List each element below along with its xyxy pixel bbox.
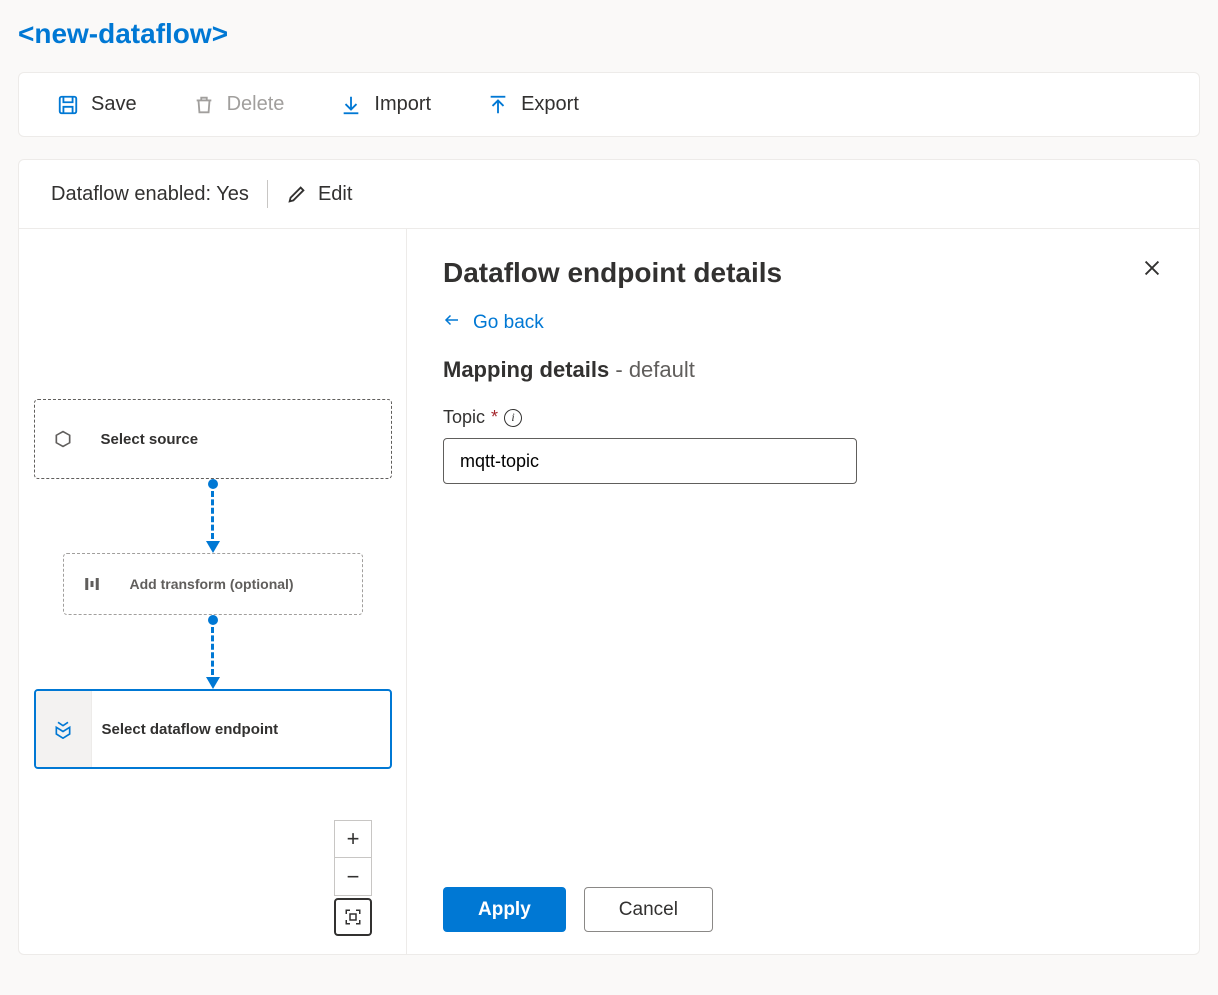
delete-label: Delete: [227, 93, 285, 116]
page-title: <new-dataflow>: [18, 18, 1200, 50]
topic-label: Topic * i: [443, 407, 1163, 428]
delete-button: Delete: [193, 93, 285, 116]
info-icon[interactable]: i: [504, 409, 522, 427]
connector: [206, 615, 220, 689]
mapping-details: Mapping details - default: [443, 357, 1163, 383]
mapping-separator: -: [609, 357, 629, 382]
transform-node-label: Add transform (optional): [120, 576, 294, 592]
endpoint-node[interactable]: Select dataflow endpoint: [34, 689, 392, 769]
cancel-button[interactable]: Cancel: [584, 887, 713, 932]
status-bar: Dataflow enabled: Yes Edit: [18, 159, 1200, 229]
details-panel: Dataflow endpoint details Go back Mappin…: [407, 229, 1199, 954]
mapping-label: Mapping details: [443, 357, 609, 382]
divider: [267, 180, 268, 208]
export-label: Export: [521, 93, 579, 116]
arrow-left-icon: [443, 311, 461, 335]
edit-button[interactable]: Edit: [286, 183, 352, 206]
import-label: Import: [374, 93, 431, 116]
source-node[interactable]: Select source: [34, 399, 392, 479]
go-back-link[interactable]: Go back: [443, 311, 1163, 335]
save-button[interactable]: Save: [57, 93, 137, 116]
zoom-out-button[interactable]: −: [334, 858, 372, 896]
apply-button[interactable]: Apply: [443, 887, 566, 932]
mapping-value: default: [629, 357, 695, 382]
export-icon: [487, 94, 509, 116]
canvas-panel: Select source Add transform (optional) S…: [19, 229, 407, 954]
import-button[interactable]: Import: [340, 93, 431, 116]
footer-buttons: Apply Cancel: [443, 887, 1163, 932]
go-back-label: Go back: [473, 312, 544, 334]
connector: [206, 479, 220, 553]
save-icon: [57, 94, 79, 116]
zoom-controls: + −: [334, 820, 372, 936]
command-bar: Save Delete Import Export: [18, 72, 1200, 137]
topic-label-text: Topic: [443, 407, 485, 428]
source-node-label: Select source: [91, 431, 199, 448]
details-title: Dataflow endpoint details: [443, 257, 782, 289]
fit-screen-button[interactable]: [334, 898, 372, 936]
import-icon: [340, 94, 362, 116]
cube-icon: [35, 400, 91, 478]
dataflow-enabled-status: Dataflow enabled: Yes: [51, 183, 249, 206]
endpoint-node-label: Select dataflow endpoint: [92, 721, 279, 738]
pencil-icon: [286, 183, 308, 205]
save-label: Save: [91, 93, 137, 116]
main-area: Select source Add transform (optional) S…: [18, 229, 1200, 955]
endpoint-icon: [36, 691, 92, 767]
transform-icon: [64, 554, 120, 614]
zoom-in-button[interactable]: +: [334, 820, 372, 858]
topic-input[interactable]: [443, 438, 857, 484]
close-button[interactable]: [1141, 257, 1163, 286]
trash-icon: [193, 94, 215, 116]
transform-node[interactable]: Add transform (optional): [63, 553, 363, 615]
export-button[interactable]: Export: [487, 93, 579, 116]
edit-label: Edit: [318, 183, 352, 206]
required-asterisk: *: [491, 407, 498, 428]
